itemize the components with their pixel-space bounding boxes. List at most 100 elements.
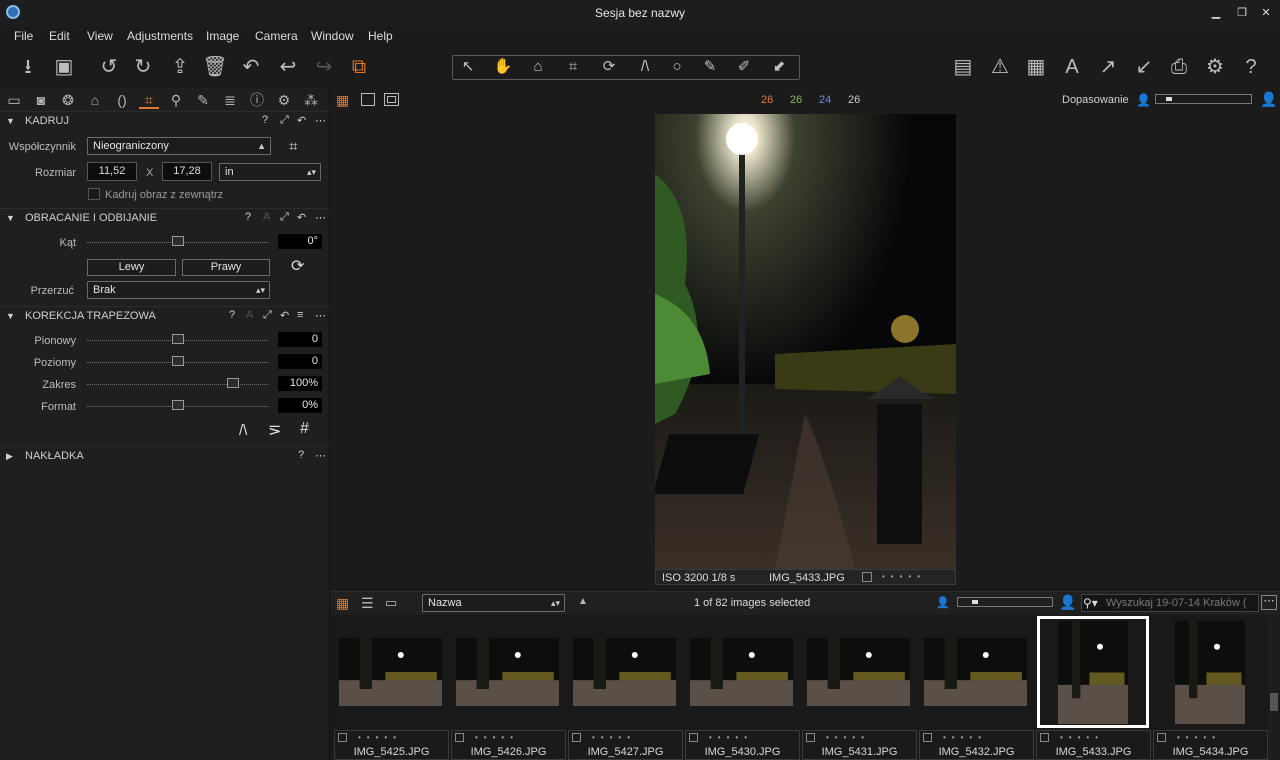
expand-icon[interactable]: ⤢ — [280, 211, 289, 224]
apply-adjustments-icon[interactable]: ↙ — [1131, 54, 1157, 80]
caption-rating[interactable]: ••••• — [882, 572, 926, 581]
import-icon[interactable]: ⭳ — [15, 54, 41, 80]
more-icon[interactable]: ⋯ — [315, 114, 326, 127]
menu-image[interactable]: Image — [206, 29, 239, 43]
search-options-button[interactable]: ⋯ — [1261, 595, 1277, 610]
thumbnail-color-tag[interactable] — [806, 733, 815, 742]
auto-icon[interactable]: A — [246, 309, 253, 321]
delete-icon[interactable]: 🗑 — [202, 54, 228, 80]
keystone-slider-knob[interactable] — [172, 400, 184, 410]
close-button[interactable]: ✕ — [1258, 6, 1274, 20]
expand-arrow-icon[interactable]: ▶ — [6, 451, 13, 462]
library-tab-icon[interactable]: ▭ — [4, 91, 24, 109]
color-tab-icon[interactable]: ❂ — [58, 91, 78, 109]
loupe-cursor-icon[interactable]: ⌂ — [525, 56, 551, 78]
pan-cursor-icon[interactable]: ✋ — [490, 56, 516, 78]
variants-icon[interactable]: ⧉ — [346, 54, 372, 80]
grid-view-icon[interactable]: ▦ — [336, 595, 349, 612]
help-icon[interactable]: ? — [262, 114, 268, 126]
collapse-arrow-icon[interactable]: ▼ — [6, 311, 15, 321]
thumbnail-rating[interactable]: ••••• — [358, 733, 402, 742]
reset-icon[interactable]: ↶ — [297, 114, 306, 127]
height-field[interactable]: 17,28 — [162, 162, 212, 181]
output-tab-icon[interactable]: ⚙ — [274, 91, 294, 109]
rotate-right-button[interactable]: Prawy — [182, 259, 270, 276]
print-icon[interactable]: ⎙ — [1166, 54, 1192, 80]
reset-icon[interactable]: ↶ — [297, 211, 306, 224]
thumbnail-rating[interactable]: ••••• — [709, 733, 753, 742]
thumbnail-image[interactable] — [1058, 621, 1128, 724]
rotate-left-button[interactable]: Lewy — [87, 259, 176, 276]
flip-select[interactable]: Brak ▴▾ — [87, 281, 270, 299]
collapse-arrow-icon[interactable]: ▼ — [6, 213, 15, 223]
metadata-tab-icon[interactable]: ≣ — [220, 91, 240, 109]
spot-removal-cursor-icon[interactable]: ○ — [664, 56, 690, 78]
keystone-value[interactable]: 0% — [278, 398, 322, 413]
list-view-icon[interactable]: ☰ — [361, 595, 374, 612]
angle-slider-knob[interactable] — [172, 236, 184, 246]
angle-value[interactable]: 0° — [278, 234, 322, 249]
info-tab-icon[interactable]: ⓘ — [247, 91, 267, 109]
thumbnail-image[interactable] — [690, 638, 793, 706]
menu-camera[interactable]: Camera — [255, 29, 298, 43]
menu-file[interactable]: File — [14, 29, 33, 43]
menu-adjustments[interactable]: Adjustments — [127, 29, 193, 43]
capture-tab-icon[interactable]: ◙ — [31, 91, 51, 109]
proof-view-icon[interactable] — [384, 93, 399, 106]
more-icon[interactable]: ⋯ — [315, 309, 326, 322]
zoom-out-person-icon[interactable]: 👤 — [1136, 93, 1151, 107]
caption-color-tag[interactable] — [862, 572, 872, 582]
keystone-cursor-icon[interactable]: /\ — [632, 56, 658, 78]
zoom-slider[interactable] — [1155, 94, 1252, 104]
more-icon[interactable]: ⋯ — [315, 449, 326, 462]
thumbnail-color-tag[interactable] — [1157, 733, 1166, 742]
sort-direction-icon[interactable]: ▲ — [578, 596, 588, 607]
text-overlay-icon[interactable]: A — [1059, 54, 1085, 80]
thumbnail-rating[interactable]: ••••• — [1060, 733, 1104, 742]
filmstrip-view-icon[interactable]: ▭ — [385, 595, 397, 611]
keystone-value[interactable]: 0 — [278, 354, 322, 369]
local-adjust-tab-icon[interactable]: ✎ — [193, 91, 213, 109]
single-view-icon[interactable] — [361, 93, 375, 106]
keystone-slider-knob[interactable] — [172, 334, 184, 344]
keystone-value[interactable]: 0 — [278, 332, 322, 347]
undo-icon[interactable]: ↩ — [275, 54, 301, 80]
thumbnail-color-tag[interactable] — [455, 733, 464, 742]
search-icon[interactable]: ⚲▾ — [1083, 596, 1098, 610]
exposure-tab-icon[interactable]: ⌂ — [85, 91, 105, 109]
multi-view-icon[interactable]: ▦ — [336, 92, 349, 109]
collapse-arrow-icon[interactable]: ▼ — [6, 116, 15, 126]
presets-icon[interactable]: ≡ — [297, 309, 303, 321]
more-icon[interactable]: ⋯ — [315, 211, 326, 224]
crop-tab-icon[interactable]: ⌗ — [139, 91, 159, 109]
thumbnail-image[interactable] — [1175, 621, 1245, 724]
sort-select[interactable]: Nazwa ▴▾ — [422, 594, 565, 612]
thumbnail-rating[interactable]: ••••• — [1177, 733, 1221, 742]
normalize-cursor-icon[interactable]: ⬋ — [766, 56, 792, 78]
grid-icon[interactable]: ▦ — [1023, 54, 1049, 80]
ratio-select[interactable]: Nieograniczony ▲ — [87, 137, 271, 155]
thumbnail-rating[interactable]: ••••• — [475, 733, 519, 742]
export-icon[interactable]: ⇪ — [167, 54, 193, 80]
thumbnail-rating[interactable]: ••••• — [826, 733, 870, 742]
menu-edit[interactable]: Edit — [49, 29, 70, 43]
thumbnail-rating[interactable]: ••••• — [943, 733, 987, 742]
thumbnail-image[interactable] — [924, 638, 1027, 706]
thumbnail-color-tag[interactable] — [923, 733, 932, 742]
rotate-left-icon[interactable]: ↺ — [96, 54, 122, 80]
rotate-tool-icon[interactable]: ⟳ — [291, 256, 304, 276]
select-cursor-icon[interactable]: ↖ — [455, 56, 481, 78]
rotate-cursor-icon[interactable]: ⟳ — [596, 56, 622, 78]
filmstrip-scrollbar[interactable] — [1269, 617, 1279, 760]
reset-icon[interactable]: ↶ — [280, 309, 289, 322]
help-icon[interactable]: ? — [229, 309, 235, 321]
thumbnail-color-tag[interactable] — [572, 733, 581, 742]
expand-icon[interactable]: ⤢ — [280, 114, 289, 127]
keystone-vertical-icon[interactable]: /\ — [239, 422, 247, 439]
keystone-slider[interactable] — [87, 384, 269, 385]
thumbnail-rating[interactable]: ••••• — [592, 733, 636, 742]
thumbnail-image[interactable] — [456, 638, 559, 706]
crop-outside-checkbox[interactable] — [88, 188, 100, 200]
lens-tab-icon[interactable]: () — [112, 91, 132, 109]
exposure-warning-icon[interactable]: ⚠ — [987, 54, 1013, 80]
